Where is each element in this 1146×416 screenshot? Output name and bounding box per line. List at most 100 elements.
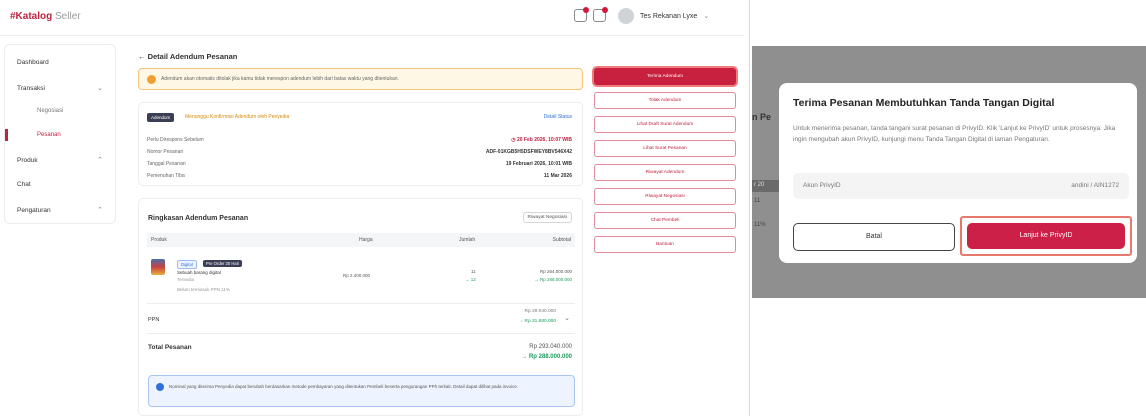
sidebar-item-pengaturan[interactable]: Pengaturan [17, 207, 51, 214]
total-old: Rp 293.040.000 [529, 344, 572, 350]
notification-dot [583, 7, 589, 13]
reject-addendum-button[interactable]: Tolak Adendum [594, 92, 736, 109]
privyid-label: Akun PrivyID [803, 182, 841, 189]
chevron-down-icon[interactable]: ⌄ [97, 84, 103, 92]
chevron-down-icon: ⌄ [703, 13, 710, 20]
product-name[interactable]: Sebuah barang digital [177, 270, 221, 275]
privyid-value: andini / AIN1272 [1071, 182, 1119, 189]
cart-dot [602, 7, 608, 13]
logo-suffix: Seller [55, 11, 81, 22]
order-summary-card: Ringkasan Adendum Pesanan Riwayat Negosi… [138, 198, 583, 416]
product-price: Rp 2.400.000 [343, 273, 371, 278]
product-tag: Digital [177, 260, 197, 269]
user-name: Tes Rekanan Lyxe [640, 12, 698, 20]
accept-addendum-button[interactable]: Terima Adendum [594, 68, 736, 85]
column-header: Jumlah [459, 237, 476, 243]
product-tag: Pre Order 30 Hari [203, 260, 243, 267]
row-value: ◷ 20 Feb 2026, 10:07 WIB [511, 137, 572, 143]
cancel-button[interactable]: Batal [793, 223, 955, 251]
privyid-account-field: Akun PrivyID andini / AIN1272 [793, 173, 1129, 199]
row-label: Tanggal Pesanan [147, 161, 186, 167]
notification-icon[interactable] [574, 7, 589, 22]
background-fragment: 11% [754, 222, 766, 228]
chevron-up-icon[interactable]: ⌃ [97, 156, 103, 164]
page-title-text: Detail Adendum Pesanan [147, 52, 238, 61]
column-header: Produk [151, 237, 167, 243]
table-header: Produk Harga Jumlah Subtotal [147, 233, 575, 247]
background-fragment: n Pe [752, 112, 772, 122]
avatar [618, 8, 634, 24]
divider [147, 333, 575, 334]
qty-old: 11 [471, 269, 476, 274]
view-addendum-draft-button[interactable]: Lihat Draft Surat Adendum [594, 116, 736, 133]
detail-status-link[interactable]: Detail Status [544, 114, 572, 120]
user-menu[interactable]: Tes Rekanan Lyxe ⌄ [618, 8, 709, 24]
product-variant: Tersedia [177, 277, 195, 282]
addendum-badge: Adendum [147, 113, 175, 122]
addendum-history-button[interactable]: Riwayat Adendum [594, 164, 736, 181]
status-text: Menunggu Konfirmasi Adendum oleh Penyedi… [185, 114, 290, 120]
modal-overlay: n Pe r 20 11 11% Terima Pesanan Membutuh… [752, 46, 1146, 298]
column-header: Harga [359, 237, 373, 243]
row-label: Perlu Direspons Sebelum [147, 137, 204, 143]
ppn-new: → Rp 31.680.000 [518, 319, 556, 324]
row-value: ADF-01KGB5H5DSFWEY8BV546X42 [485, 149, 572, 155]
help-button[interactable]: Bantuan [594, 236, 736, 253]
product-thumbnail [151, 259, 165, 275]
sidebar-item-pesanan[interactable]: Pesanan [37, 132, 61, 138]
order-summary-title: Ringkasan Adendum Pesanan [148, 215, 249, 222]
info-icon [156, 383, 164, 391]
sidebar-item-produk[interactable]: Produk [17, 157, 38, 164]
chat-buyer-button[interactable]: Chat Pembeli [594, 212, 736, 229]
panel-divider [749, 0, 750, 416]
sidebar-item-negosiasi[interactable]: Negosiasi [37, 108, 63, 114]
alert-text: Adendum akan otomatis ditolak jika kamu … [161, 76, 399, 82]
info-text: Nominal yang diterima Penyedia dapat ber… [169, 384, 518, 389]
modal-body: Untuk menerima pesanan, tanda tangani su… [793, 125, 1116, 143]
negotiation-history-button[interactable]: Riwayat Negosiasi [594, 188, 736, 205]
row-value: 19 Februari 2026, 10:01 WIB [505, 161, 572, 167]
divider [147, 303, 575, 304]
qty-new: → 12 [465, 277, 476, 282]
modal-title: Terima Pesanan Membutuhkan Tanda Tangan … [793, 97, 1055, 109]
sidebar: Dashboard Transaksi ⌄ Negosiasi Pesanan … [4, 44, 116, 224]
row-label: Nomor Pesanan [147, 149, 184, 155]
product-tax-note: Belum termasuk PPN 11% [177, 287, 230, 292]
logo-brand: #Katalog [10, 11, 53, 22]
negotiation-history-button[interactable]: Riwayat Negosiasi [522, 212, 572, 223]
row-value-text: 20 Feb 2026, 10:07 WIB [516, 137, 572, 143]
column-header: Subtotal [552, 237, 571, 243]
background-fragment: r 20 [754, 182, 765, 188]
deadline-alert: Adendum akan otomatis ditolak jika kamu … [138, 68, 583, 90]
warning-icon [147, 75, 156, 84]
chevron-up-icon[interactable]: ⌃ [97, 206, 103, 214]
confirm-highlight: Lanjut ke PrivyID [960, 216, 1132, 256]
total-new: → Rp 288.000.000 [521, 354, 572, 360]
screenshot-root: #Katalog Seller Tes Rekanan Lyxe ⌄ Dashb… [0, 0, 1146, 416]
top-icons [574, 7, 608, 22]
app-logo[interactable]: #Katalog Seller [10, 11, 81, 22]
sidebar-item-transaksi[interactable]: Transaksi [17, 85, 45, 92]
info-note: Nominal yang diterima Penyedia dapat ber… [148, 375, 575, 407]
chevron-down-icon[interactable]: ⌄ [564, 314, 570, 322]
ppn-old: Rp 29.040.000 [524, 309, 556, 314]
total-label: Total Pesanan [148, 344, 192, 351]
row-label: Pemenuhan Tiba [147, 173, 185, 179]
view-order-letter-button[interactable]: Lihat Surat Pesanan [594, 140, 736, 157]
seller-dashboard: #Katalog Seller Tes Rekanan Lyxe ⌄ Dashb… [0, 0, 744, 416]
top-bar: #Katalog Seller Tes Rekanan Lyxe ⌄ [0, 0, 744, 36]
cart-icon[interactable] [593, 7, 608, 22]
row-value: 11 Mar 2026 [543, 173, 572, 179]
ppn-label: PPN [148, 317, 160, 323]
background-fragment: 11 [754, 198, 761, 204]
continue-to-privyid-button[interactable]: Lanjut ke PrivyID [967, 223, 1125, 249]
sidebar-item-chat[interactable]: Chat [17, 181, 31, 188]
page-title[interactable]: ← Detail Adendum Pesanan [138, 52, 237, 61]
subtotal-old: Rp 264.000.000 [539, 269, 572, 274]
sidebar-active-indicator [5, 129, 8, 141]
digital-signature-modal: Terima Pesanan Membutuhkan Tanda Tangan … [779, 83, 1137, 263]
back-arrow-icon[interactable]: ← [138, 52, 146, 61]
subtotal-new: → Rp 288.000.000 [534, 277, 572, 282]
addendum-summary-card: Adendum Menunggu Konfirmasi Adendum oleh… [138, 102, 583, 186]
sidebar-item-dashboard[interactable]: Dashboard [17, 59, 49, 66]
